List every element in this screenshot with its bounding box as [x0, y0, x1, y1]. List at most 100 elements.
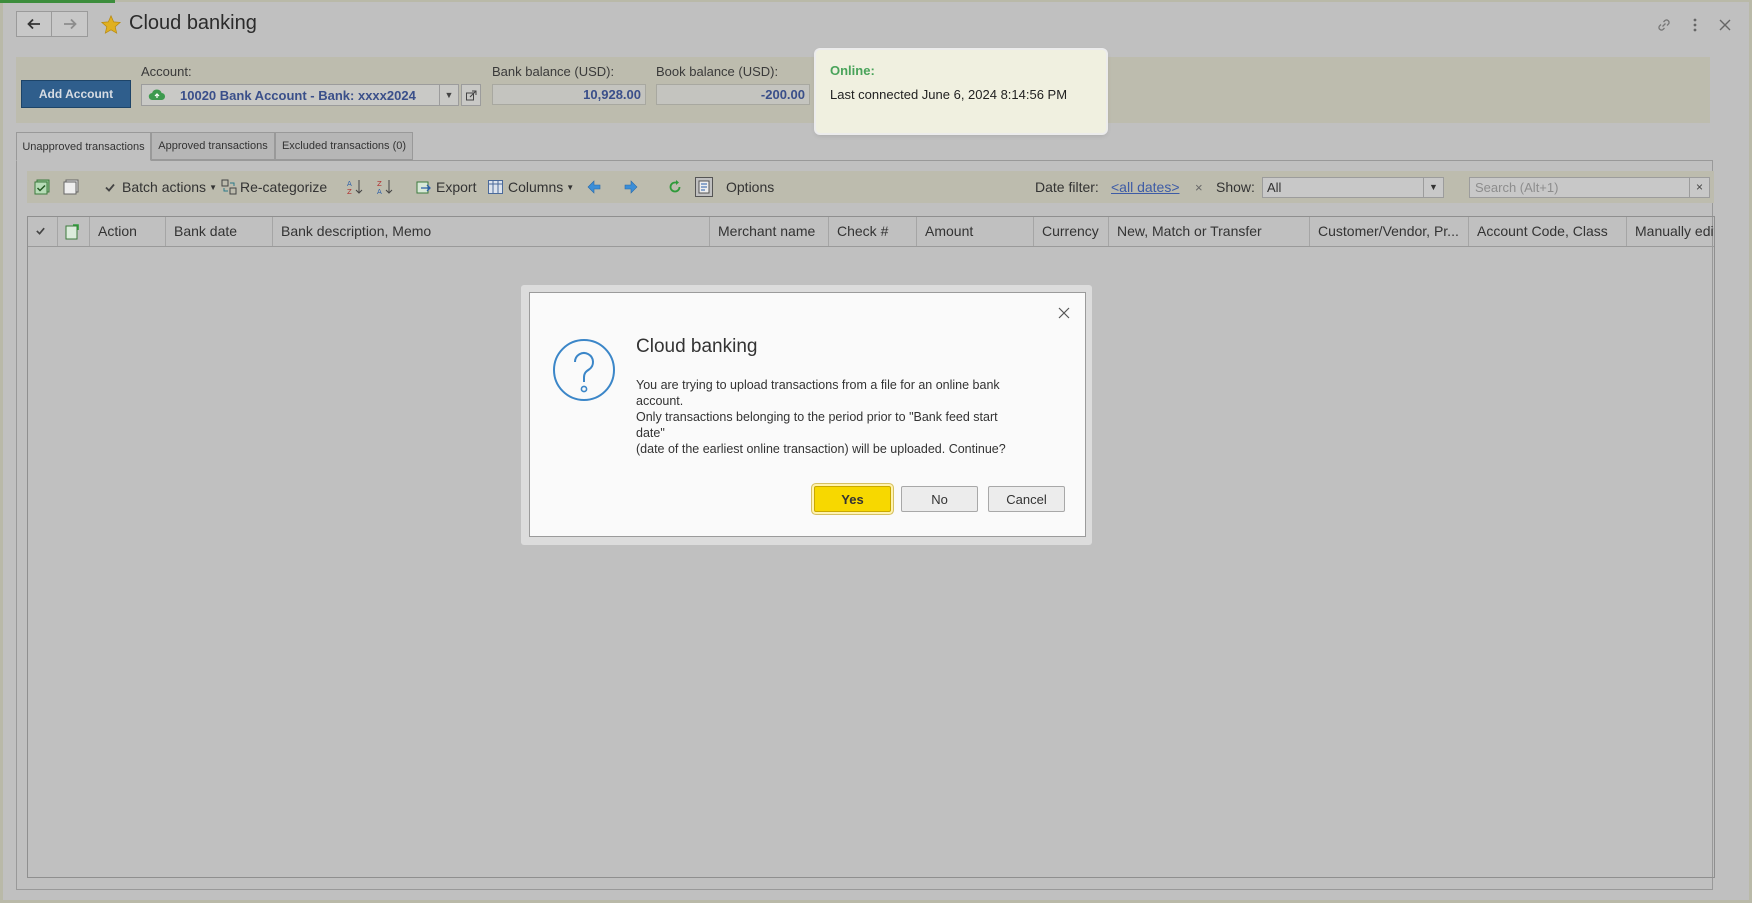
open-external-icon: [465, 90, 476, 100]
book-balance-value: -200.00: [656, 84, 810, 105]
options-button[interactable]: Options: [695, 177, 775, 197]
export-icon: [416, 181, 431, 194]
cancel-button[interactable]: Cancel: [988, 486, 1065, 512]
sort-ascending-button[interactable]: AZ: [346, 179, 364, 196]
arrow-left-blue-icon: [587, 180, 601, 194]
search-input[interactable]: Search (Alt+1) ×: [1469, 177, 1710, 198]
navigation-buttons: [16, 11, 88, 37]
columns-button[interactable]: Columns ▼: [488, 179, 574, 195]
show-label: Show:: [1216, 179, 1255, 195]
refresh-icon: [669, 180, 681, 193]
date-filter-label: Date filter:: [1035, 179, 1099, 195]
status-column-header[interactable]: [58, 217, 90, 246]
online-status-title: Online:: [830, 63, 875, 78]
dialog-message-line: (date of the earliest online transaction…: [636, 442, 1006, 456]
export-button[interactable]: Export: [416, 179, 476, 195]
search-placeholder: Search (Alt+1): [1475, 180, 1559, 195]
last-connected-text: Last connected June 6, 2024 8:14:56 PM: [830, 87, 1068, 102]
svg-text:A: A: [347, 180, 352, 188]
column-header[interactable]: Bank date: [166, 217, 273, 246]
batch-actions-button[interactable]: Batch actions ▼: [104, 179, 217, 195]
question-icon: [553, 339, 615, 401]
svg-text:Z: Z: [377, 180, 382, 188]
column-header[interactable]: Manually edited: [1627, 217, 1714, 246]
date-filter-link[interactable]: <all dates>: [1111, 179, 1180, 195]
dialog-close-icon[interactable]: [1056, 305, 1072, 321]
arrow-right-blue-icon: [624, 180, 638, 194]
window-title: Cloud banking: [129, 12, 257, 34]
column-header[interactable]: Action: [90, 217, 166, 246]
table-header: Action Bank date Bank description, Memo …: [28, 217, 1714, 247]
next-button[interactable]: [624, 179, 638, 195]
checkmark-icon: [105, 183, 115, 192]
add-account-button[interactable]: Add Account: [21, 80, 131, 108]
back-button[interactable]: [16, 11, 52, 37]
arrow-right-icon: [63, 18, 77, 30]
chevron-down-icon: ▼: [566, 182, 575, 192]
select-all-button[interactable]: [34, 179, 50, 195]
tab-approved[interactable]: Approved transactions: [151, 132, 275, 160]
forward-button[interactable]: [52, 11, 88, 37]
favorite-star-icon[interactable]: [100, 14, 122, 36]
deselect-all-button[interactable]: [63, 179, 79, 195]
dialog-message-line: Only transactions belonging to the perio…: [636, 410, 998, 424]
column-header[interactable]: Bank description, Memo: [273, 217, 710, 246]
account-select[interactable]: 10020 Bank Account - Bank: xxxx2024: [141, 84, 440, 106]
batch-actions-label: Batch actions: [122, 179, 207, 195]
svg-text:Z: Z: [347, 188, 352, 196]
link-icon[interactable]: [1655, 16, 1673, 34]
bank-balance-label: Bank balance (USD):: [492, 64, 615, 79]
previous-button[interactable]: [587, 179, 601, 195]
recategorize-label: Re-categorize: [240, 179, 328, 195]
book-balance-label: Book balance (USD):: [656, 64, 779, 79]
dialog-title: Cloud banking: [636, 336, 758, 357]
dialog-message-line: You are trying to upload transactions fr…: [636, 378, 1000, 392]
select-column-header[interactable]: [28, 217, 58, 246]
dialog-message-line: account.: [636, 394, 684, 408]
search-clear-button[interactable]: ×: [1689, 178, 1709, 197]
cloud-upload-icon: [142, 89, 172, 101]
dialog-message-line: date": [636, 426, 665, 440]
options-label: Options: [726, 179, 775, 195]
recategorize-icon: [221, 179, 237, 195]
chevron-down-icon: ▼: [209, 182, 217, 192]
uncheck-all-icon: [63, 179, 79, 195]
column-header[interactable]: Merchant name: [710, 217, 829, 246]
show-select[interactable]: All ▼: [1262, 177, 1444, 198]
no-button[interactable]: No: [901, 486, 978, 512]
column-header[interactable]: Account Code, Class: [1469, 217, 1627, 246]
report-icon: [695, 177, 713, 197]
chevron-down-icon: ▼: [444, 90, 454, 100]
account-value: 10020 Bank Account - Bank: xxxx2024: [180, 87, 416, 103]
account-label: Account:: [141, 64, 192, 79]
bank-balance-value: 10,928.00: [492, 84, 646, 105]
yes-button[interactable]: Yes: [814, 486, 891, 512]
top-accent-bar: [0, 0, 115, 3]
column-header[interactable]: Check #: [829, 217, 917, 246]
tab-excluded[interactable]: Excluded transactions (0): [275, 132, 413, 160]
account-dropdown-button[interactable]: ▼: [439, 84, 459, 106]
column-header[interactable]: New, Match or Transfer: [1109, 217, 1310, 246]
document-status-icon: [65, 224, 79, 240]
export-label: Export: [436, 179, 477, 195]
columns-icon: [488, 180, 503, 194]
account-open-button[interactable]: [461, 84, 481, 106]
sort-za-icon: ZA: [377, 180, 393, 196]
column-header[interactable]: Amount: [917, 217, 1034, 246]
online-status-tooltip: Online: Last connected June 6, 2024 8:14…: [816, 50, 1106, 133]
refresh-button[interactable]: [668, 179, 682, 195]
show-value: All: [1267, 180, 1282, 195]
sort-az-icon: AZ: [347, 180, 363, 196]
more-options-icon[interactable]: [1686, 16, 1704, 34]
column-header[interactable]: Currency: [1034, 217, 1109, 246]
recategorize-button[interactable]: Re-categorize: [221, 179, 327, 195]
column-header[interactable]: Customer/Vendor, Pr...: [1310, 217, 1469, 246]
svg-text:A: A: [377, 188, 382, 196]
clear-date-filter-button[interactable]: ×: [1195, 179, 1203, 195]
sort-descending-button[interactable]: ZA: [376, 179, 394, 196]
chevron-down-icon[interactable]: ▼: [1423, 178, 1443, 197]
check-all-icon: [34, 179, 50, 195]
dialog-message: You are trying to upload transactions fr…: [636, 377, 1056, 457]
close-window-icon[interactable]: [1716, 16, 1734, 34]
tab-unapproved[interactable]: Unapproved transactions: [16, 132, 151, 161]
